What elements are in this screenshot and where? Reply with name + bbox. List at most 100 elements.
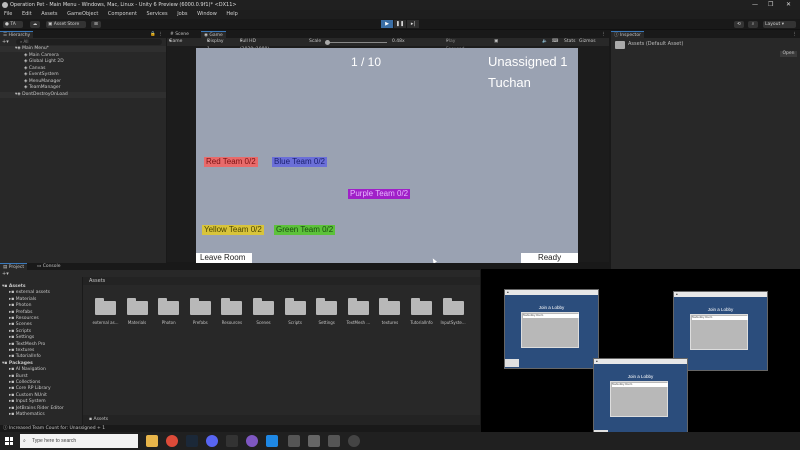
menu-assets[interactable]: Assets [41,11,57,17]
purple-team-button[interactable]: Purple Team 0/2 [348,189,411,199]
project-tree-label: Mathematics [15,412,45,417]
hierarchy-scene-row[interactable]: ▾◈ DontDestroyOnLoad [0,91,166,98]
more-options-icon[interactable]: ⋮ [793,32,798,37]
hierarchy-item[interactable]: ◈ MenuManager [0,79,166,85]
folder-icon[interactable] [442,298,464,315]
breadcrumb[interactable]: Assets [89,278,105,284]
shortcuts-icon[interactable]: ⌨ [552,38,559,46]
project-tree-item[interactable]: ▸▪ Mathematics [0,412,82,419]
menu-gameobject[interactable]: GameObject [67,11,98,17]
chrome-icon[interactable] [166,435,178,447]
more-options-icon[interactable]: ⋮ [602,32,607,37]
green-team-button[interactable]: Green Team 0/2 [274,225,336,235]
scale-slider-track[interactable] [327,41,387,43]
unity-hub-icon[interactable] [288,435,300,447]
file-explorer-icon[interactable] [146,435,158,447]
mute-audio-icon[interactable]: 🔈 [542,38,548,46]
folder-icon[interactable] [411,298,432,315]
history-icon[interactable]: ⟲ [734,21,744,28]
hierarchy-item[interactable]: ◈ EventSystem [0,72,166,78]
tab-project[interactable]: ▤ Project [0,263,28,270]
stats-button[interactable]: Stats [564,38,576,46]
hierarchy-scene-row[interactable]: ▾◈ Main Menu* [0,46,166,52]
hierarchy-search-input[interactable]: ⌕ All [16,39,162,45]
cloud-icon[interactable]: ☁ [30,21,40,28]
game-mode-dropdown[interactable]: Game ▾ [169,38,182,46]
discord-icon[interactable] [206,435,218,447]
lock-icon[interactable]: 🔒 [150,32,156,37]
hierarchy-item[interactable]: ◈ Canvas [0,66,166,72]
steam-icon[interactable] [186,435,198,447]
account-button[interactable]: ● TA [3,21,23,28]
folder-icon[interactable] [189,298,211,315]
folder-icon[interactable] [316,298,338,315]
app-icon[interactable] [348,435,360,447]
step-button[interactable]: ▸| [407,20,419,28]
asset-store-button[interactable]: ▣ Asset Store [46,21,86,28]
folder-icon[interactable] [95,298,116,315]
yellow-team-button[interactable]: Yellow Team 0/2 [202,225,264,235]
game-viewport[interactable]: 1 / 10 Unassigned 1 Tuchan Red Team 0/2 … [196,48,578,263]
play-mode-dropdown[interactable]: Play Focused ▾ [446,38,464,52]
menu-edit[interactable]: Edit [22,11,32,17]
lobby-name-input[interactable]: TestLobby Room [692,316,748,320]
package-icon[interactable]: ⊞ [91,21,101,28]
tab-game[interactable]: ◉ Game [201,31,226,38]
gizmos-button[interactable]: Gizmos [579,38,596,46]
maximize-button[interactable]: ❐ [768,1,773,8]
pause-button[interactable]: ❚❚ [394,20,406,28]
hierarchy-item[interactable]: ◈ Global Light 2D [0,59,166,65]
unity-editor-icon[interactable] [308,435,320,447]
tab-console[interactable]: ▭ Console [34,263,64,270]
lobby-window[interactable]: ▪ Join a Lobby TestLobby Room [504,289,599,369]
lobby-window[interactable]: ▪ Join a Lobby TestLobby Room [593,358,688,440]
ready-button[interactable]: Ready [521,253,578,263]
menu-jobs[interactable]: Jobs [177,11,187,17]
search-icon[interactable]: ⌕ [748,21,758,28]
status-message[interactable]: Increased Team Count for: Unassigned + 1 [9,426,105,431]
github-desktop-icon[interactable] [246,435,258,447]
hierarchy-item[interactable]: ◈ TeamManager [0,85,166,91]
menu-services[interactable]: Services [147,11,168,17]
add-object-button[interactable]: +▾ [2,39,9,45]
blue-team-button[interactable]: Blue Team 0/2 [272,157,327,167]
scale-slider-handle[interactable] [325,39,330,45]
more-options-icon[interactable]: ⋮ [159,32,164,37]
game-app-icon[interactable] [226,435,238,447]
menu-window[interactable]: Window [197,11,217,17]
red-team-button[interactable]: Red Team 0/2 [204,157,258,167]
layout-dropdown[interactable]: Layout ▾ [763,21,796,28]
tab-inspector[interactable]: ⓘ Inspector [611,31,644,38]
close-button[interactable]: ✕ [786,1,791,8]
menu-file[interactable]: File [4,11,12,17]
folder-icon[interactable] [347,298,369,315]
leave-room-button[interactable]: Leave Room [196,253,252,263]
folder-icon[interactable] [158,298,180,315]
folder-icon[interactable] [379,298,401,315]
play-button[interactable]: ▶ [381,20,393,28]
taskbar-search-input[interactable]: ⌕ Type here to search [20,434,138,448]
unity-build-icon[interactable] [328,435,340,447]
start-button[interactable] [5,437,13,445]
menu-component[interactable]: Component [108,11,137,17]
hierarchy-item[interactable]: ◈ Main Camera [0,53,166,59]
lobby-name-input[interactable]: TestLobby Room [523,314,579,318]
folder-icon: ▸▪ [9,405,16,411]
minimize-button[interactable]: — [752,1,758,8]
menu-help[interactable]: Help [226,11,237,17]
tab-hierarchy[interactable]: ☰ Hierarchy [0,31,34,38]
folder-icon[interactable] [253,298,274,315]
folder-icon[interactable] [221,298,243,315]
create-asset-button[interactable]: +▾ [2,271,9,277]
project-tree-label: Core RP Library [15,386,51,392]
folder-icon[interactable] [284,298,306,315]
open-button[interactable]: Open [780,51,797,57]
lobby-name-input[interactable]: TestLobby Room [612,383,668,387]
lobby-button[interactable] [505,359,519,367]
vscode-icon[interactable] [266,435,278,447]
display-dropdown[interactable]: Display 1 ▾ [207,38,224,52]
folder-icon[interactable] [126,298,148,315]
resolution-dropdown[interactable]: Full HD (1920x1080) ▾ [240,38,269,52]
camera-icon[interactable]: ▣ [494,38,498,46]
tab-scene[interactable]: # Scene [167,31,192,38]
